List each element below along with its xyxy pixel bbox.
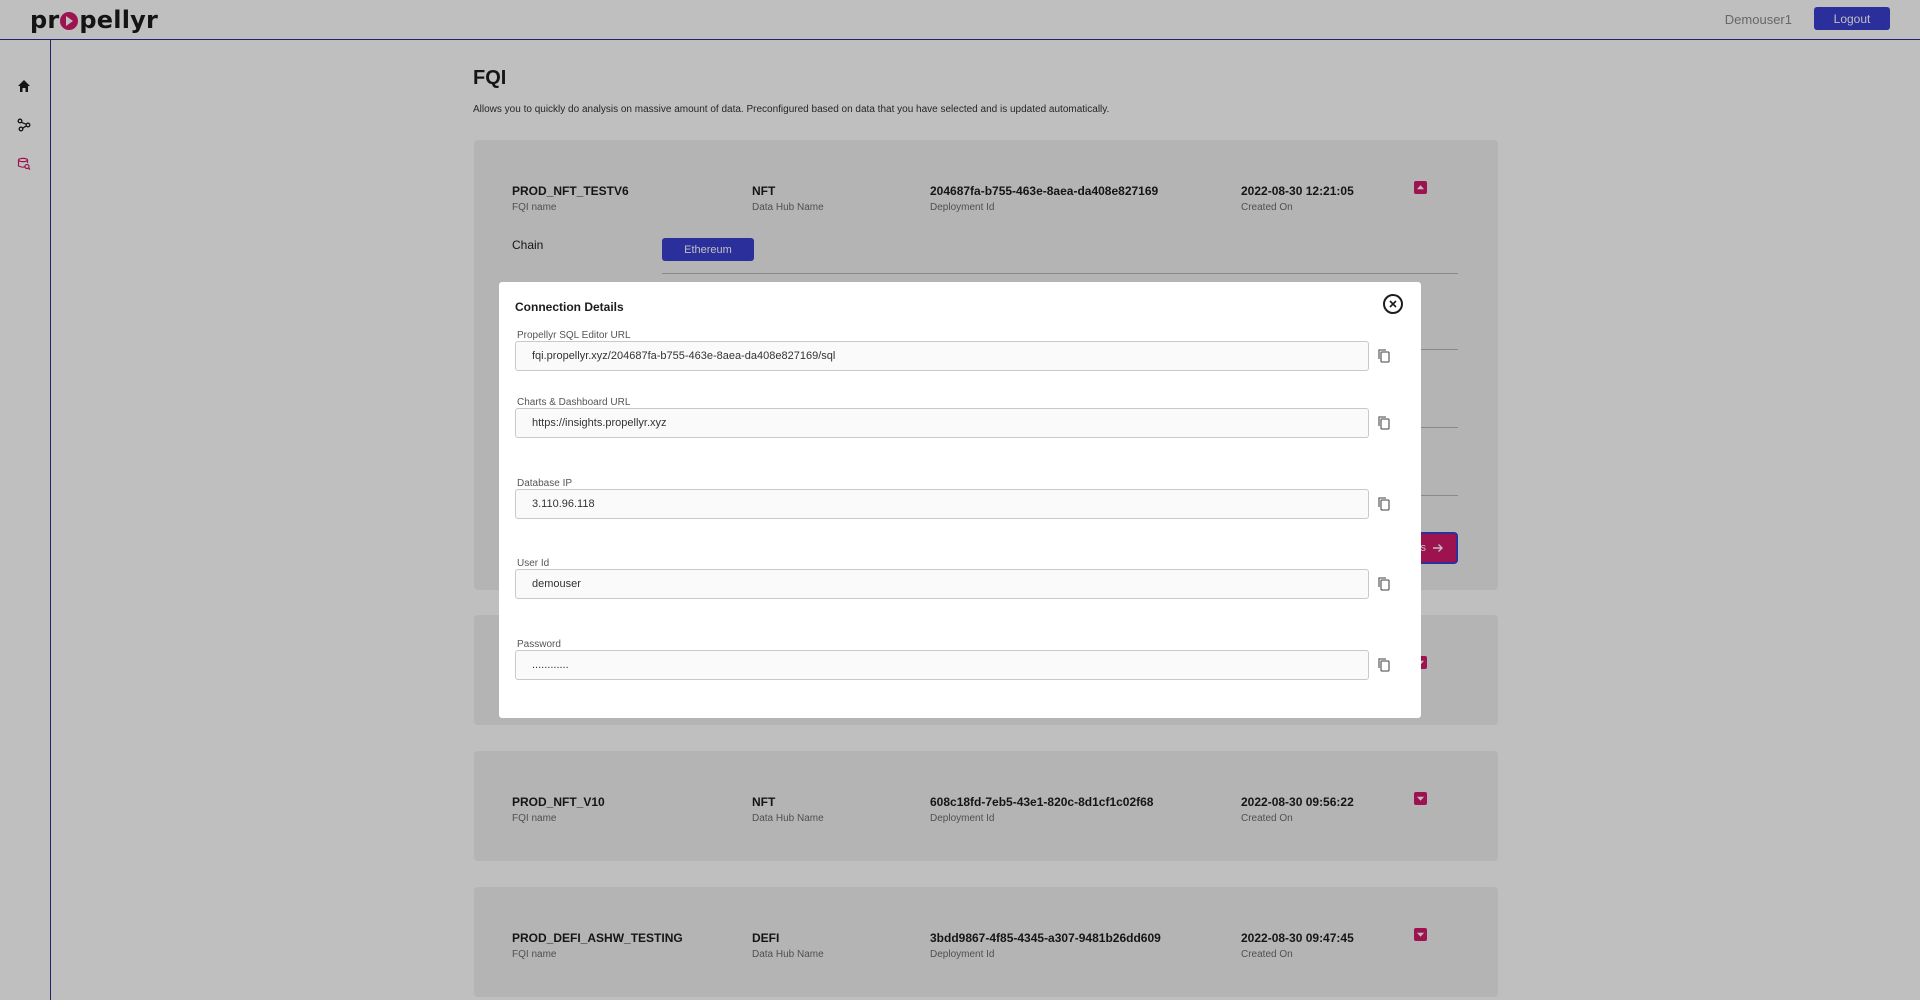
dashboard-url-label: Charts & Dashboard URL	[517, 397, 631, 408]
connection-details-modal: Connection Details Propellyr SQL Editor …	[499, 282, 1421, 718]
copy-icon[interactable]	[1377, 415, 1391, 431]
password-label: Password	[517, 639, 561, 650]
database-ip-label: Database IP	[517, 478, 573, 489]
database-ip-field[interactable]: 3.110.96.118	[515, 489, 1369, 519]
password-field[interactable]: ............	[515, 650, 1369, 680]
copy-icon[interactable]	[1377, 657, 1391, 673]
copy-icon[interactable]	[1377, 576, 1391, 592]
close-icon[interactable]	[1383, 294, 1403, 314]
copy-icon[interactable]	[1377, 496, 1391, 512]
sql-editor-url-label: Propellyr SQL Editor URL	[517, 330, 631, 341]
user-id-label: User Id	[517, 558, 550, 569]
sql-editor-url-field[interactable]: fqi.propellyr.xyz/204687fa-b755-463e-8ae…	[515, 341, 1369, 371]
dashboard-url-field[interactable]: https://insights.propellyr.xyz	[515, 408, 1369, 438]
copy-icon[interactable]	[1377, 348, 1391, 364]
modal-title: Connection Details	[515, 300, 624, 314]
user-id-field[interactable]: demouser	[515, 569, 1369, 599]
